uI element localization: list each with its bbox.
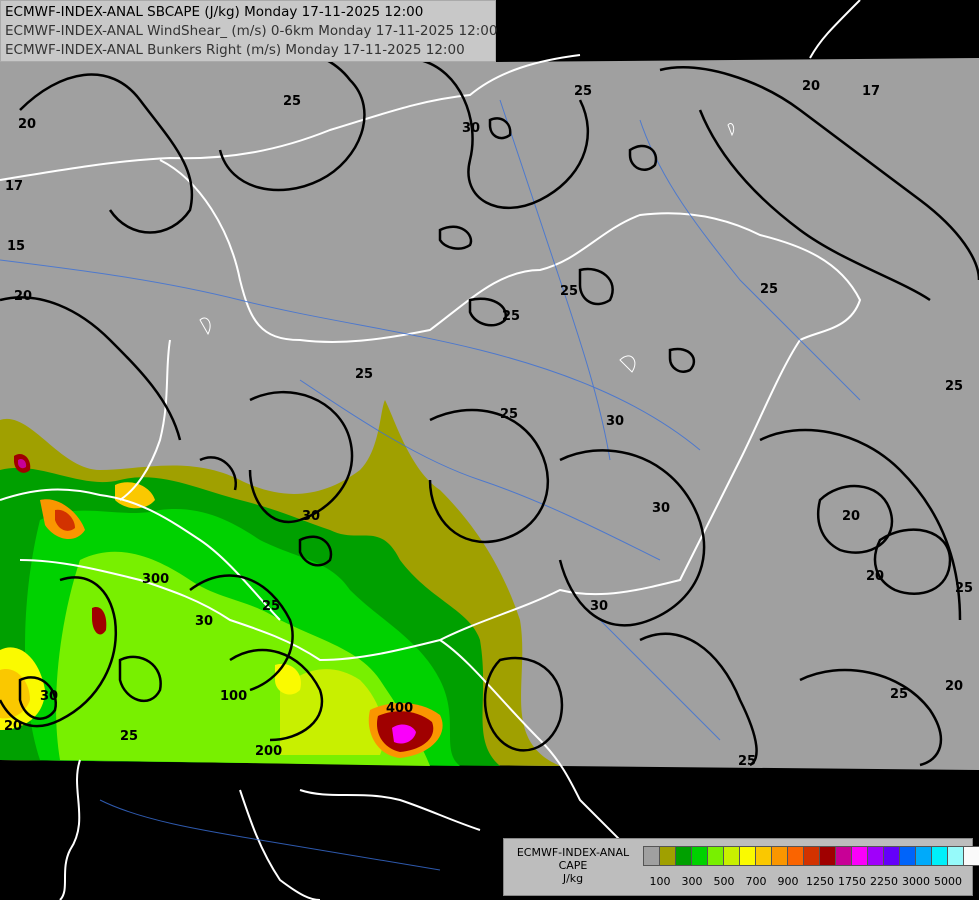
contour-label: 25: [560, 284, 578, 299]
legend-tick-label: 100: [649, 875, 671, 888]
contour-label: 25: [283, 94, 301, 109]
legend-swatch: [915, 846, 932, 866]
legend-swatch: [819, 846, 836, 866]
contour-label: 20: [842, 509, 860, 524]
legend-swatch: [723, 846, 740, 866]
legend-swatches: [643, 846, 979, 866]
contour-label: 30: [462, 121, 480, 136]
contour-label: 25: [760, 282, 778, 297]
weather-map: 25 20 30 17 15 25 20 17 25 30 25 25 25 2…: [0, 0, 979, 900]
contour-label: 20: [18, 117, 36, 132]
legend-title-source: ECMWF-INDEX-ANAL: [516, 846, 630, 859]
legend-swatch: [739, 846, 756, 866]
contour-label: 17: [862, 84, 880, 99]
legend-swatch: [803, 846, 820, 866]
legend-tick-label: 500: [713, 875, 735, 888]
contour-label: 20: [4, 719, 22, 734]
title-windshear: ECMWF-INDEX-ANAL WindShear_ (m/s) 0-6km …: [5, 23, 498, 39]
title-bunkers: ECMWF-INDEX-ANAL Bunkers Right (m/s) Mon…: [5, 42, 465, 58]
contour-label: 20: [945, 679, 963, 694]
contour-label: 25: [500, 407, 518, 422]
contour-label: 30: [195, 614, 213, 629]
contour-label: 25: [262, 599, 280, 614]
legend-swatch: [643, 846, 660, 866]
contour-label: 20: [866, 569, 884, 584]
legend-tick-label: 1750: [838, 875, 866, 888]
contour-label: 20: [802, 79, 820, 94]
legend-tick-label: 900: [777, 875, 799, 888]
legend-swatch: [691, 846, 708, 866]
contour-label: 20: [14, 289, 32, 304]
legend-swatch: [835, 846, 852, 866]
contour-label: 25: [120, 729, 138, 744]
contour-label: 200: [255, 744, 282, 759]
legend-swatch: [867, 846, 884, 866]
legend-ticks: 100 300 500 700 900 1250 1750 2250 3000 5000: [643, 875, 965, 889]
legend-swatch: [787, 846, 804, 866]
legend-tick-label: 300: [681, 875, 703, 888]
contour-label: 30: [652, 501, 670, 516]
legend-swatch: [707, 846, 724, 866]
legend-tick-label: 700: [745, 875, 767, 888]
legend-swatch: [947, 846, 964, 866]
contour-label: 30: [590, 599, 608, 614]
legend-tick-label: 2250: [870, 875, 898, 888]
legend-swatch: [963, 846, 979, 866]
contour-label: 400: [386, 701, 413, 716]
contour-label: 30: [606, 414, 624, 429]
legend-swatch: [675, 846, 692, 866]
title-box: ECMWF-INDEX-ANAL SBCAPE (J/kg) Monday 17…: [0, 0, 498, 62]
legend-swatch: [899, 846, 916, 866]
contour-label: 30: [302, 509, 320, 524]
legend-tick-label: 3000: [902, 875, 930, 888]
legend-swatch: [755, 846, 772, 866]
legend-swatch: [851, 846, 868, 866]
title-sbcape: ECMWF-INDEX-ANAL SBCAPE (J/kg) Monday 17…: [5, 4, 424, 20]
contour-label: 25: [738, 754, 756, 769]
contour-label: 100: [220, 689, 247, 704]
cape-legend: ECMWF-INDEX-ANAL CAPE J/kg 100 300 500 700 9…: [503, 838, 979, 896]
contour-label: 25: [945, 379, 963, 394]
contour-label: 17: [5, 179, 23, 194]
contour-label: 15: [7, 239, 25, 254]
legend-swatch: [883, 846, 900, 866]
legend-title-unit: J/kg: [562, 872, 584, 885]
legend-title: ECMWF-INDEX-ANAL CAPE J/kg: [510, 846, 636, 885]
contour-label: 300: [142, 572, 169, 587]
contour-label: 25: [955, 581, 973, 596]
contour-label: 30: [40, 689, 58, 704]
legend-tick-label: 1250: [806, 875, 834, 888]
contour-label: 25: [574, 84, 592, 99]
legend-swatch: [931, 846, 948, 866]
contour-label: 25: [502, 309, 520, 324]
legend-swatch: [771, 846, 788, 866]
contour-label: 25: [890, 687, 908, 702]
legend-swatch: [659, 846, 676, 866]
contour-label: 25: [355, 367, 373, 382]
legend-title-param: CAPE: [558, 859, 588, 872]
legend-tick-label: 5000: [934, 875, 962, 888]
